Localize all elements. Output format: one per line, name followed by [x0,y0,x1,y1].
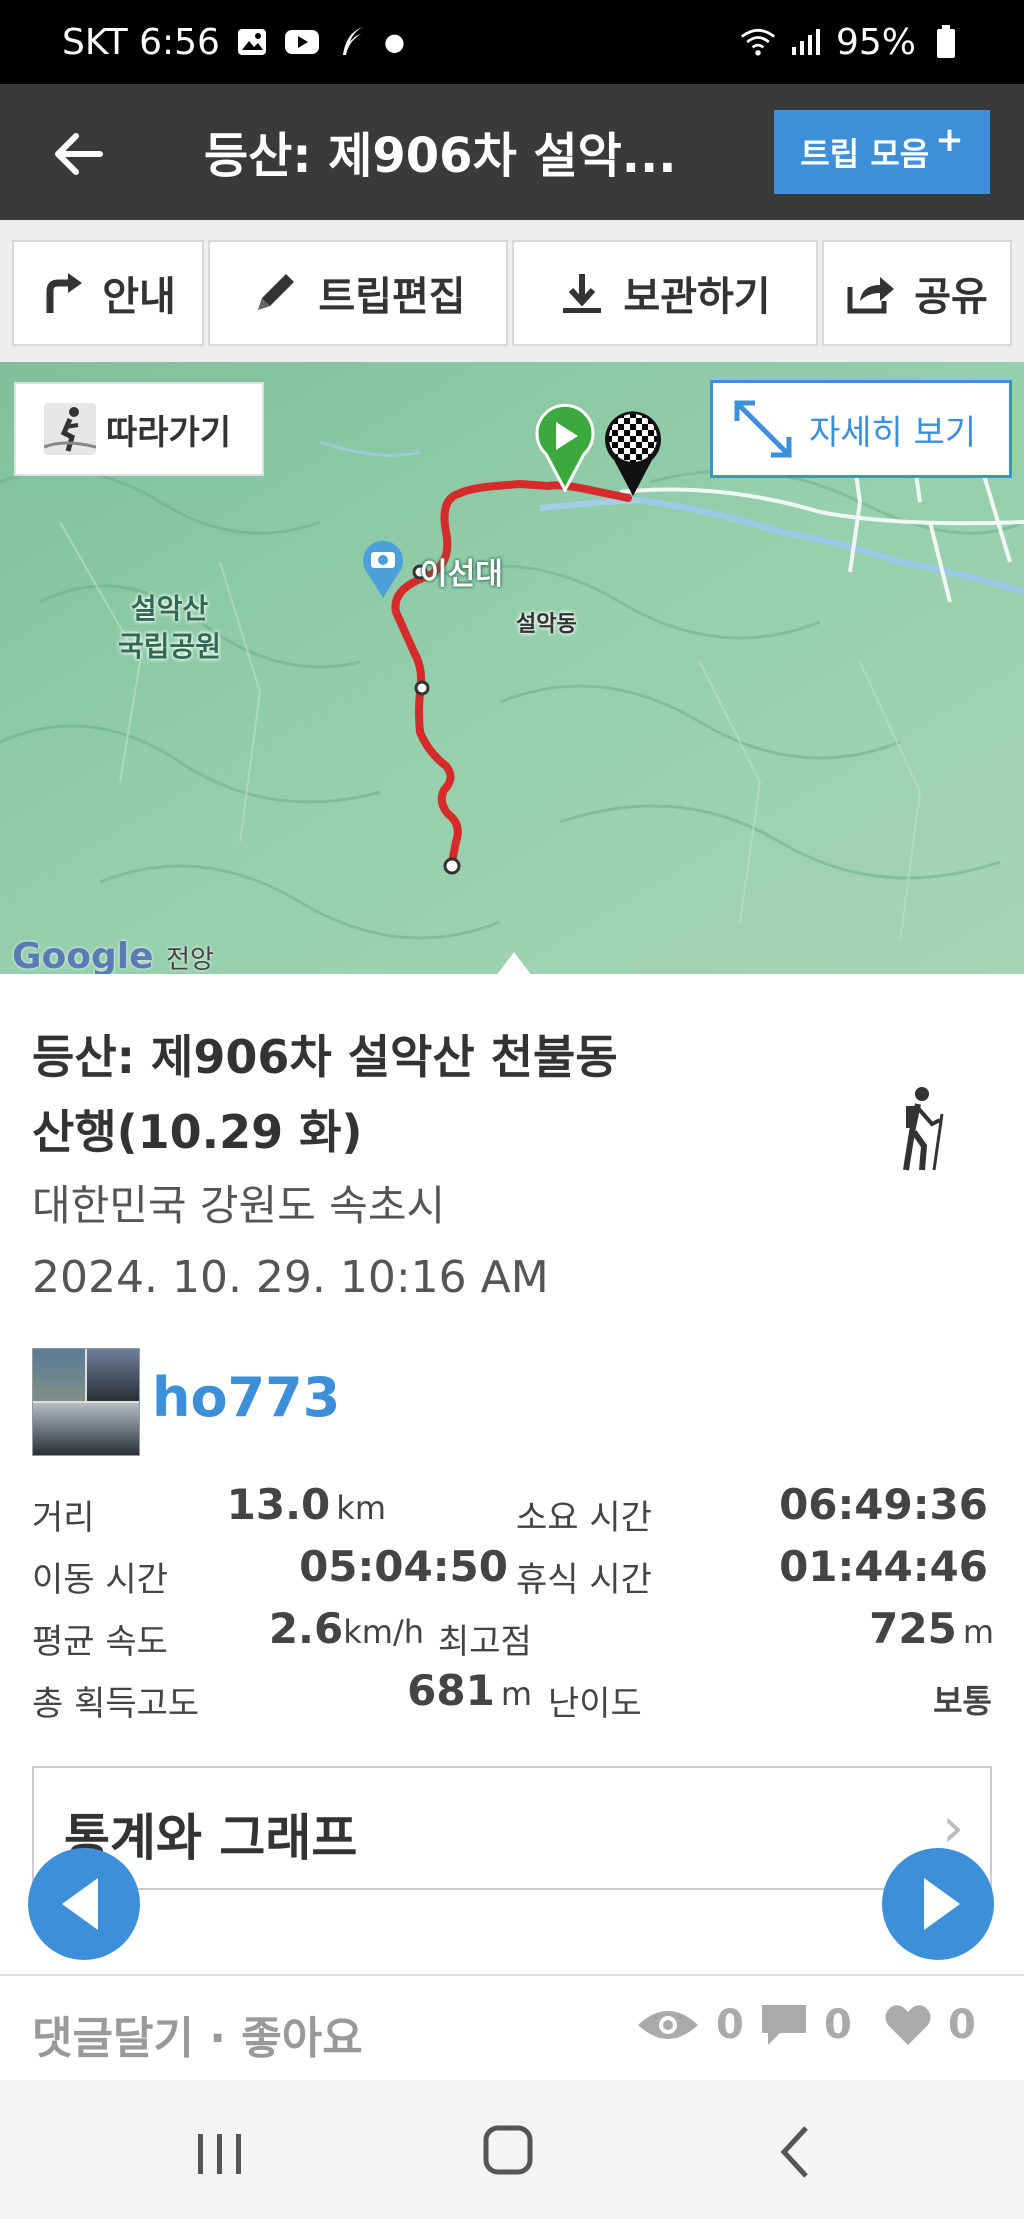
place-label: 이선대 [420,557,503,592]
comment-icon [762,2005,806,2045]
wifi-icon [740,25,776,59]
username-link[interactable]: ho773 [152,1366,340,1429]
views-count: 0 [716,2002,744,2048]
share-icon [847,277,895,314]
signal-icon [788,25,824,59]
valley-label: 설악동 [516,612,577,637]
triangle-right-icon [924,1878,960,1930]
back-arrow-icon [55,133,103,175]
battery-icon [928,25,964,59]
difficulty-label: 난이도 [548,1684,642,1724]
action-bar: 안내 트립편집 보관하기 공유 [0,220,1024,362]
avg-speed-label: 평균 속도 [32,1622,168,1662]
follow-hiker-icon [44,403,96,455]
gallery-icon [234,25,270,59]
rest-time-label: 휴식 시간 [516,1560,652,1600]
page-title: 등산: 제906차 설악... [204,128,677,184]
guide-label: 안내 [102,274,176,320]
back-button[interactable] [46,120,114,188]
app-bar: 등산: 제906차 설악... 트립 모음 + [0,84,1024,220]
home-icon[interactable] [480,2122,536,2178]
route-map[interactable]: 이선대 설악동 설악산 국립공원 따라가기 자세히 보기 Google 전앙 [0,362,1024,974]
distance-label: 거리 [32,1498,95,1538]
elevation-gain-value: 681 m [407,1666,532,1715]
back-nav-icon[interactable] [774,2122,818,2182]
start-marker-icon [535,404,595,492]
previous-trip-button[interactable] [28,1848,140,1960]
triangle-left-icon [62,1878,98,1930]
trip-title: 등산: 제906차 설악산 천불동 산행(10.29 화) [32,1030,618,1159]
max-altitude-value: 725 m [869,1604,994,1653]
download-icon [563,274,602,313]
recent-apps-icon[interactable] [192,2124,248,2184]
park-label: 설악산 국립공원 [118,592,222,663]
expand-icon [734,400,792,458]
turn-right-icon [46,273,83,313]
hiker-icon [903,1087,944,1171]
google-label: Google [12,936,154,974]
trip-collection-label: 트립 모음 [800,135,930,173]
detail-view-button[interactable]: 자세히 보기 [710,380,1012,478]
battery-percent: 95% [835,21,916,63]
status-time: SKT 6:56 [62,21,220,63]
avg-speed-value: 2.6km/h [268,1604,424,1653]
eye-icon [638,2011,698,2039]
save-button[interactable]: 보관하기 [512,240,818,346]
finish-marker-icon [605,411,661,496]
map-bottom-label: 전앙 [166,945,214,974]
next-trip-button[interactable] [882,1848,994,1960]
trip-datetime: 2024. 10. 29. 10:16 AM [32,1252,549,1303]
comments-count: 0 [824,2002,852,2048]
follow-button[interactable]: 따라가기 [14,382,264,476]
elevation-gain-label: 총 획득고도 [32,1684,200,1724]
max-altitude-label: 최고점 [438,1622,532,1662]
map-pointer [496,952,532,974]
total-time-label: 소요 시간 [516,1498,652,1538]
trip-collection-button[interactable]: 트립 모음 + [774,110,990,194]
difficulty-value: 보통 [933,1682,992,1720]
share-label: 공유 [914,274,988,320]
notification-dot-icon: ● [383,28,405,56]
guide-button[interactable]: 안내 [12,240,204,346]
quill-icon [334,25,370,59]
moving-time-label: 이동 시간 [32,1560,168,1600]
stats-graph-button[interactable]: 통계와 그래프 › [32,1766,992,1890]
moving-time-value: 05:04:50 [299,1542,508,1591]
status-bar: SKT 6:56 ● 95% [0,0,1024,84]
heart-icon [885,2005,931,2045]
youtube-icon [284,25,320,59]
avatar[interactable] [32,1348,140,1456]
rest-time-value: 01:44:46 [779,1542,988,1591]
distance-value: 13.0 km [226,1480,386,1529]
pencil-icon [258,274,295,310]
edit-trip-label: 트립편집 [318,274,466,320]
share-button[interactable]: 공유 [822,240,1012,346]
edit-trip-button[interactable]: 트립편집 [208,240,508,346]
trip-location: 대한민국 강원도 속초시 [32,1181,446,1230]
comment-like-bar: 댓글달기 · 좋아요 0 0 0 [0,1974,1024,2080]
detail-view-label: 자세히 보기 [809,412,977,453]
views-counter: 0 [636,2002,744,2048]
google-logo: Google 전앙 [12,936,214,974]
plus-icon: + [935,120,964,160]
comment-like-link[interactable]: 댓글달기 · 좋아요 [32,2002,363,2066]
follow-label: 따라가기 [106,412,232,453]
comments-counter[interactable]: 0 [760,2002,852,2048]
system-nav-bar [0,2080,1024,2219]
total-time-value: 06:49:36 [779,1480,988,1529]
save-label: 보관하기 [623,274,771,320]
likes-count: 0 [948,2002,976,2048]
likes-counter[interactable]: 0 [884,2002,976,2048]
photo-spot-icon [363,540,403,598]
